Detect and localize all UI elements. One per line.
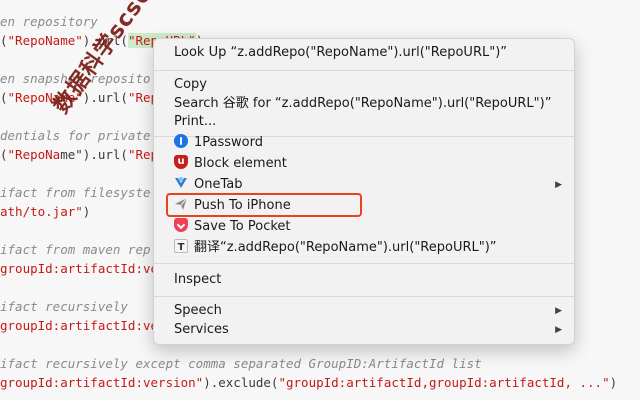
1password-icon bbox=[174, 134, 188, 148]
code-line: ifact from filesyste bbox=[0, 183, 151, 202]
menu-item-1password[interactable]: 1Password bbox=[154, 133, 574, 153]
pocket-icon bbox=[174, 218, 188, 232]
code-token: ( bbox=[0, 147, 8, 162]
menu-item-copy[interactable]: Copy bbox=[154, 75, 574, 95]
code-token: groupId:artifactId:ver bbox=[0, 318, 166, 333]
menu-separator bbox=[154, 296, 574, 297]
code-line: dentials for private bbox=[0, 126, 151, 145]
menu-item-label: OneTab bbox=[194, 177, 243, 192]
submenu-arrow-icon: ▶ bbox=[555, 306, 562, 316]
code-token: "RepoNa bbox=[7, 147, 61, 162]
menu-item-search[interactable]: Search 谷歌 for “z.addRepo("RepoName").url… bbox=[154, 94, 574, 114]
menu-item-look-up[interactable]: Look Up “z.addRepo("RepoName").url("Repo… bbox=[154, 43, 574, 63]
code-token: me").url( bbox=[60, 147, 128, 162]
onetab-icon bbox=[174, 176, 188, 190]
menu-separator bbox=[154, 263, 574, 264]
code-token: ( bbox=[0, 90, 8, 105]
menu-item-translate[interactable]: 翻译“z.addRepo("RepoName").url("RepoURL")” bbox=[154, 238, 574, 258]
menu-separator bbox=[154, 70, 574, 71]
code-token: ) bbox=[609, 375, 618, 390]
menu-item-label: Save To Pocket bbox=[194, 219, 291, 234]
code-token: en repository bbox=[0, 14, 98, 29]
code-token: ifact from filesyste bbox=[0, 185, 151, 200]
code-token: "groupId:artifactId,groupId:artifactId, … bbox=[278, 375, 610, 390]
code-line: ("RepoName").url("Rep bbox=[0, 145, 158, 164]
code-token: "RepoName" bbox=[7, 33, 83, 48]
code-token: groupId:artifactId:ver bbox=[0, 261, 166, 276]
code-token: ( bbox=[0, 33, 8, 48]
code-token: ifact from maven rep bbox=[0, 242, 151, 257]
code-line: ifact from maven rep bbox=[0, 240, 151, 259]
ublock-icon bbox=[174, 152, 188, 172]
code-token: ifact recursively except comma separated… bbox=[0, 356, 482, 371]
menu-item-label: Speech bbox=[174, 303, 222, 318]
menu-item-label: 翻译“z.addRepo("RepoName").url("RepoURL")” bbox=[194, 240, 497, 255]
code-line: groupId:artifactId:version").exclude("gr… bbox=[0, 373, 617, 392]
context-menu: Look Up “z.addRepo("RepoName").url("Repo… bbox=[153, 38, 575, 345]
code-token: ).exclude( bbox=[203, 375, 279, 390]
translate-icon bbox=[174, 238, 188, 258]
submenu-arrow-icon: ▶ bbox=[555, 325, 562, 335]
menu-item-speech[interactable]: Speech ▶ bbox=[154, 301, 574, 321]
code-token: groupId:artifactId:version" bbox=[0, 375, 204, 390]
menu-item-label: Services bbox=[174, 322, 229, 337]
code-line: ath/to.jar") bbox=[0, 202, 90, 221]
code-token: ath/to.jar" bbox=[0, 204, 83, 219]
submenu-arrow-icon: ▶ bbox=[555, 180, 562, 190]
menu-item-label: Block element bbox=[194, 156, 287, 171]
code-line: ifact recursively except comma separated… bbox=[0, 354, 482, 373]
highlight-box bbox=[166, 193, 362, 217]
menu-item-save-to-pocket[interactable]: Save To Pocket bbox=[154, 217, 574, 237]
menu-item-onetab[interactable]: OneTab ▶ bbox=[154, 175, 574, 195]
code-token: ifact recursively bbox=[0, 299, 128, 314]
code-line: ifact recursively bbox=[0, 297, 128, 316]
code-line: groupId:artifactId:ver bbox=[0, 259, 166, 278]
menu-item-services[interactable]: Services ▶ bbox=[154, 320, 574, 340]
menu-item-label: Search 谷歌 for “z.addRepo("RepoName").url… bbox=[174, 96, 552, 111]
code-line: en repository bbox=[0, 12, 98, 31]
code-token: ).url( bbox=[82, 90, 128, 105]
menu-item-inspect[interactable]: Inspect bbox=[154, 270, 574, 290]
code-token: ) bbox=[82, 204, 91, 219]
menu-item-label: Copy bbox=[174, 77, 207, 92]
menu-item-label: Look Up “z.addRepo("RepoName").url("Repo… bbox=[174, 45, 508, 60]
menu-item-print[interactable]: Print... bbox=[154, 112, 574, 132]
menu-item-block-element[interactable]: Block element bbox=[154, 152, 574, 174]
code-line: groupId:artifactId:ver bbox=[0, 316, 166, 335]
menu-item-label: Print... bbox=[174, 114, 217, 129]
code-token: dentials for private bbox=[0, 128, 151, 143]
menu-item-label: Inspect bbox=[174, 272, 222, 287]
menu-item-label: 1Password bbox=[194, 135, 263, 150]
